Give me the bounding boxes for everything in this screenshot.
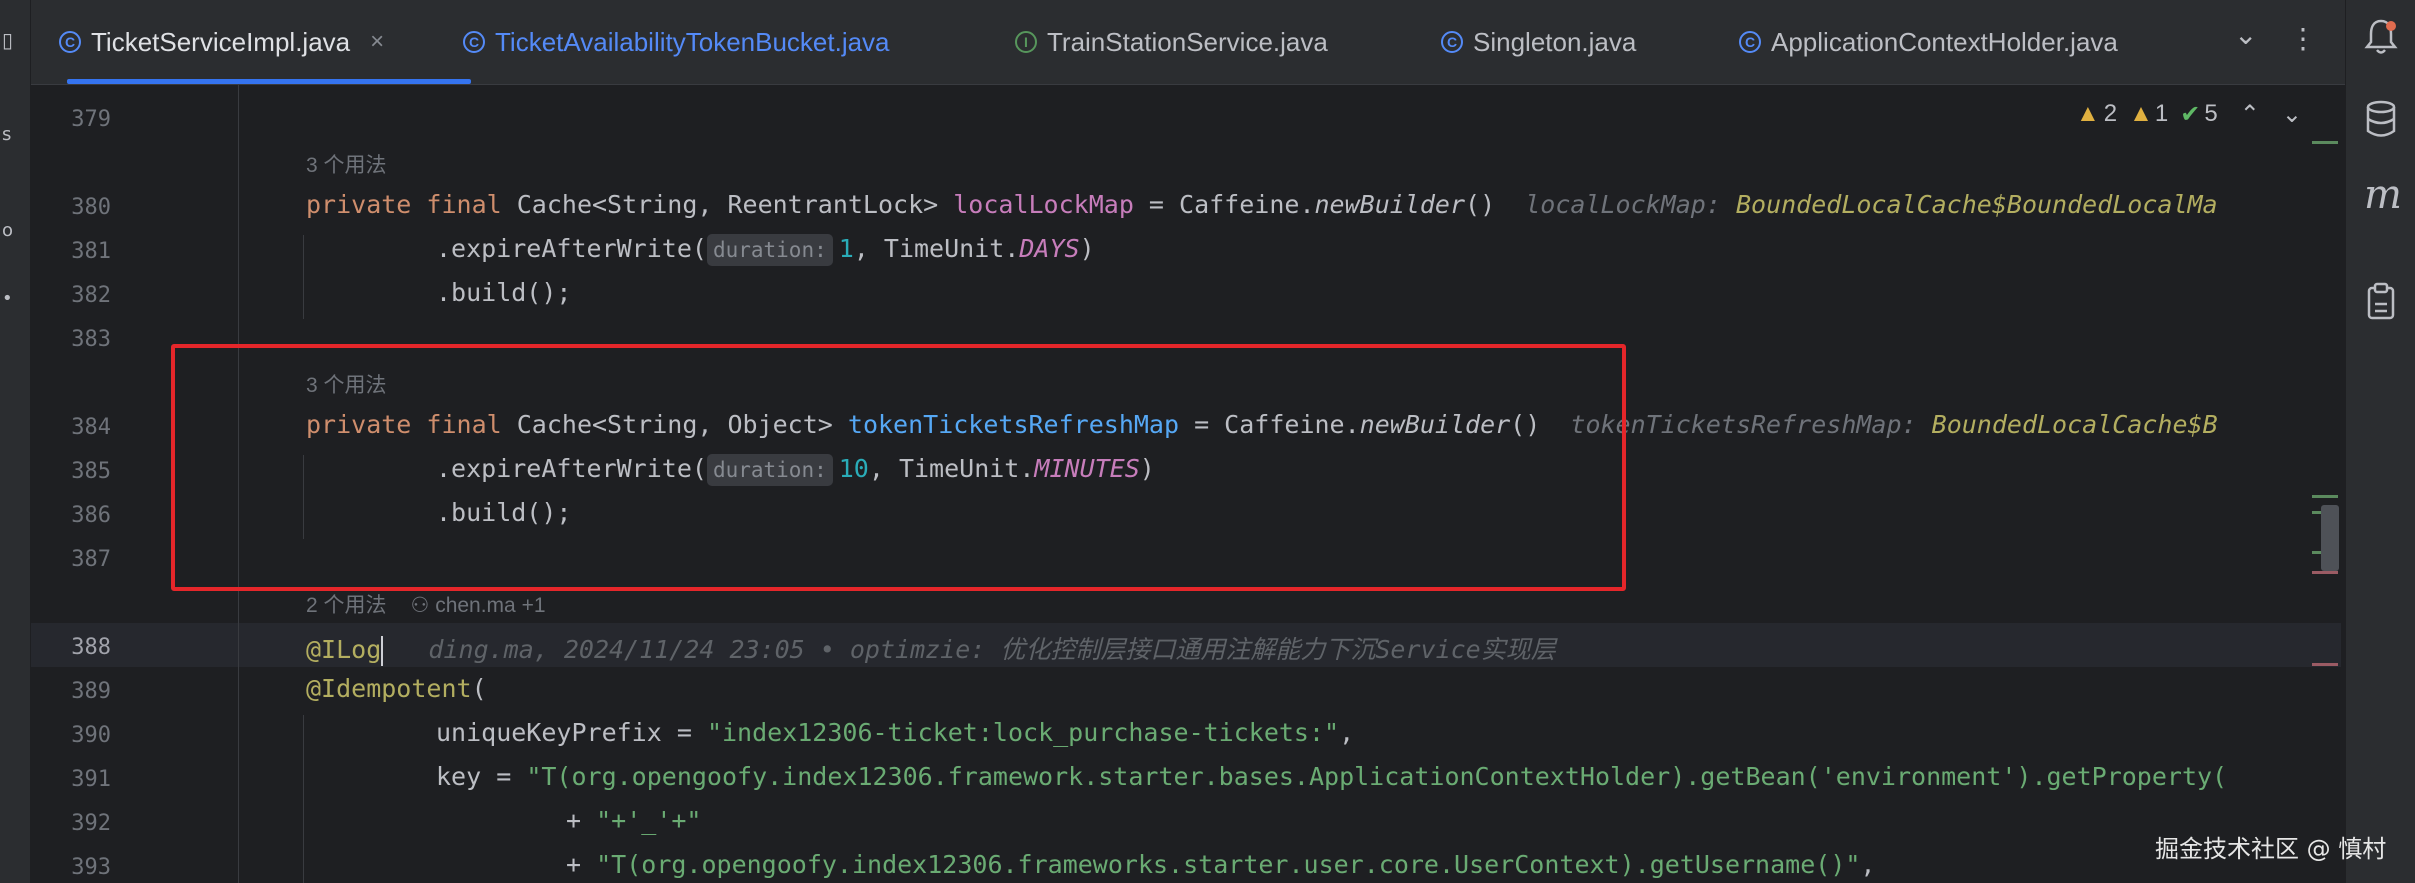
- line-number: 379: [71, 107, 111, 132]
- warning-icon: ▲: [2076, 100, 2100, 127]
- code-line-390: uniqueKeyPrefix = "index12306-ticket:loc…: [436, 718, 1355, 747]
- clipboard-icon[interactable]: [2364, 282, 2398, 330]
- line-number: 385: [71, 459, 111, 484]
- code-line-382: .build();: [436, 278, 572, 307]
- text-caret: [381, 636, 384, 666]
- left-tool-strip: ▯ s o •: [0, 0, 31, 883]
- code-line-393: + "T(org.opengoofy.index12306.frameworks…: [566, 850, 1876, 879]
- right-tool-strip: m: [2345, 0, 2415, 883]
- inspection-widget[interactable]: ▲ 2 ▲ 1 ✔ 5 ⌃ ⌄: [2076, 97, 2302, 131]
- line-number: 392: [71, 811, 111, 836]
- code-line-381: .expireAfterWrite(duration: 1, TimeUnit.D…: [436, 234, 1095, 266]
- type-inlay-hint: localLockMap: BoundedLocalCache$BoundedL…: [1525, 190, 2218, 219]
- type-inlay-hint: tokenTicketsRefreshMap: BoundedLocalCach…: [1570, 410, 2218, 439]
- line-number: 383: [71, 327, 111, 352]
- indent-guide: [303, 235, 304, 319]
- line-number: 387: [71, 547, 111, 572]
- database-icon[interactable]: [2364, 100, 2398, 146]
- more-vertical-icon[interactable]: ⋮: [2289, 22, 2317, 55]
- line-number: 389: [71, 679, 111, 704]
- code-line-389: @Idempotent(: [306, 674, 487, 703]
- structure-tool-icon[interactable]: o: [2, 220, 13, 241]
- editor-tab-bar: C TicketServiceImpl.java × C TicketAvail…: [31, 0, 2345, 85]
- annotation-highlight-box: [171, 344, 1626, 591]
- maven-icon[interactable]: m: [2364, 172, 2402, 218]
- parameter-hint: duration:: [706, 234, 833, 266]
- line-number: 382: [71, 283, 111, 308]
- line-number: 380: [71, 195, 111, 220]
- code-line-392: + "+'_'+": [566, 806, 702, 835]
- line-number: 384: [71, 415, 111, 440]
- author-hint[interactable]: ⚇ chen.ma +1: [411, 594, 546, 617]
- class-icon: C: [1441, 31, 1463, 53]
- tab-label: TicketAvailabilityTokenBucket.java: [495, 26, 890, 57]
- tab-train-station-service[interactable]: I TrainStationService.java: [1015, 0, 1328, 84]
- chevron-down-icon[interactable]: ⌄: [2234, 18, 2257, 51]
- line-number: 393: [71, 855, 111, 880]
- tab-label: TicketServiceImpl.java: [91, 26, 351, 57]
- code-line-388: @ILog ding.ma, 2024/11/24 23:05 • optimz…: [306, 635, 1556, 666]
- chevron-up-icon[interactable]: ⌃: [2240, 100, 2260, 129]
- indent-guide: [303, 715, 304, 883]
- interface-icon: I: [1015, 31, 1037, 53]
- scroll-marker[interactable]: [2312, 571, 2338, 574]
- notifications-icon[interactable]: [2364, 18, 2398, 64]
- usages-hint[interactable]: 3 个用法: [306, 149, 387, 179]
- line-number: 390: [71, 723, 111, 748]
- code-line-391: key = "T(org.opengoofy.index12306.framew…: [436, 762, 2228, 791]
- line-number: 388: [71, 635, 111, 660]
- watermark: 掘金技术社区 @ 慎村: [2155, 835, 2387, 863]
- tab-label: ApplicationContextHolder.java: [1771, 26, 2118, 57]
- code-line-380: private final Cache<String, ReentrantLoc…: [306, 190, 2218, 219]
- vertical-scrollbar-thumb[interactable]: [2321, 505, 2339, 571]
- chevron-down-icon[interactable]: ⌄: [2282, 100, 2302, 129]
- class-icon: C: [59, 31, 81, 53]
- more-tools-icon[interactable]: •: [2, 288, 13, 309]
- close-icon[interactable]: ×: [370, 28, 384, 56]
- check-icon: ✔: [2180, 100, 2201, 128]
- tab-label: TrainStationService.java: [1047, 26, 1328, 57]
- project-tool-icon[interactable]: ▯: [2, 28, 13, 52]
- class-icon: C: [463, 31, 485, 53]
- scroll-marker[interactable]: [2312, 141, 2338, 144]
- line-number: 381: [71, 239, 111, 264]
- git-blame-hint: ding.ma, 2024/11/24 23:05 • optimzie: 优化…: [428, 635, 1556, 664]
- weak-warning-icon: ▲: [2129, 100, 2153, 127]
- tab-ticket-availability-token-bucket[interactable]: C TicketAvailabilityTokenBucket.java: [463, 0, 890, 84]
- usages-hint[interactable]: 2 个用法 ⚇ chen.ma +1: [306, 589, 546, 619]
- class-icon: C: [1739, 31, 1761, 53]
- aws-tool-icon[interactable]: s: [2, 124, 11, 145]
- line-number: 391: [71, 767, 111, 792]
- tab-ticket-service-impl[interactable]: C TicketServiceImpl.java ×: [59, 0, 384, 84]
- active-tab-indicator: [67, 79, 471, 84]
- tab-application-context-holder[interactable]: C ApplicationContextHolder.java: [1739, 0, 2118, 84]
- tab-label: Singleton.java: [1473, 26, 1637, 57]
- scroll-marker[interactable]: [2312, 663, 2338, 666]
- scroll-marker[interactable]: [2312, 495, 2338, 498]
- tab-singleton[interactable]: C Singleton.java: [1441, 0, 1636, 84]
- line-number: 386: [71, 503, 111, 528]
